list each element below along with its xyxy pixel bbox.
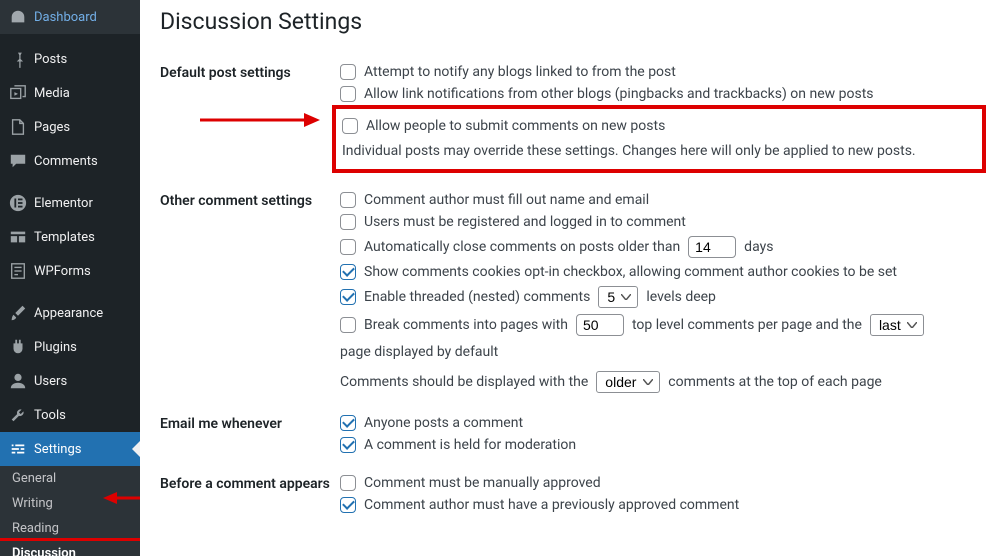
admin-sidebar: Dashboard Posts Media Pages Comments Ele… <box>0 0 140 556</box>
user-icon <box>8 371 28 391</box>
checkbox-input[interactable] <box>340 214 356 230</box>
checkbox-previously-approved[interactable]: Comment author must have a previously ap… <box>340 494 980 516</box>
select-threaded-levels[interactable]: 5 <box>598 286 638 308</box>
sidebar-item-settings[interactable]: Settings <box>0 432 140 466</box>
checkbox-input[interactable] <box>340 192 356 208</box>
sidebar-item-users[interactable]: Users <box>0 364 140 398</box>
comment-icon <box>8 151 28 171</box>
checkbox-input[interactable] <box>340 497 356 513</box>
row-comment-order: Comments should be displayed with the ol… <box>340 363 980 396</box>
checkbox-registered-to-comment[interactable]: Users must be registered and logged in t… <box>340 211 980 233</box>
checkbox-paginate-comments[interactable]: Break comments into pages with top level… <box>340 311 980 363</box>
default-post-note: Individual posts may override these sett… <box>342 137 974 163</box>
wrench-icon <box>8 405 28 425</box>
sidebar-item-tools[interactable]: Tools <box>0 398 140 432</box>
page-title: Discussion Settings <box>160 0 980 39</box>
sidebar-item-wpforms[interactable]: WPForms <box>0 254 140 288</box>
sidebar-item-label: Dashboard <box>34 10 97 25</box>
wpforms-icon <box>8 261 28 281</box>
sidebar-item-appearance[interactable]: Appearance <box>0 296 140 330</box>
checkbox-input[interactable] <box>340 239 356 255</box>
checkbox-cookies-optin[interactable]: Show comments cookies opt-in checkbox, a… <box>340 261 980 283</box>
sidebar-item-label: Comments <box>34 154 98 169</box>
checkbox-input[interactable] <box>340 86 356 102</box>
sliders-icon <box>8 439 28 459</box>
sidebar-item-label: Tools <box>34 408 66 423</box>
checkbox-input[interactable] <box>340 264 356 280</box>
page-icon <box>8 117 28 137</box>
sidebar-item-label: Settings <box>34 442 81 457</box>
section-heading-before-appears: Before a comment appears <box>160 472 340 492</box>
sidebar-item-media[interactable]: Media <box>0 76 140 110</box>
input-autoclose-days[interactable] <box>688 236 736 258</box>
sidebar-item-label: Appearance <box>34 306 103 321</box>
sidebar-item-label: Pages <box>34 120 70 135</box>
sidebar-item-templates[interactable]: Templates <box>0 220 140 254</box>
brush-icon <box>8 303 28 323</box>
checkbox-input[interactable] <box>340 475 356 491</box>
checkbox-email-anyone-posts[interactable]: Anyone posts a comment <box>340 412 980 434</box>
checkbox-autoclose-comments[interactable]: Automatically close comments on posts ol… <box>340 233 980 261</box>
sidebar-item-label: Plugins <box>34 340 77 355</box>
checkbox-email-held-moderation[interactable]: A comment is held for moderation <box>340 434 980 456</box>
sidebar-item-label: WPForms <box>34 264 91 279</box>
checkbox-input[interactable] <box>340 317 356 333</box>
input-comments-per-page[interactable] <box>576 314 624 336</box>
annotation-highlight-box: Allow people to submit comments on new p… <box>332 105 986 173</box>
sidebar-item-elementor[interactable]: Elementor <box>0 186 140 220</box>
pin-icon <box>8 49 28 69</box>
sidebar-item-posts[interactable]: Posts <box>0 42 140 76</box>
checkbox-input[interactable] <box>342 118 358 134</box>
checkbox-threaded-comments[interactable]: Enable threaded (nested) comments 5 leve… <box>340 283 980 311</box>
select-comment-order[interactable]: older <box>596 371 660 393</box>
checkbox-input[interactable] <box>340 437 356 453</box>
gauge-icon <box>8 7 28 27</box>
checkbox-name-email[interactable]: Comment author must fill out name and em… <box>340 189 980 211</box>
section-heading-default-post: Default post settings <box>160 61 340 81</box>
sidebar-sub-general[interactable]: General <box>0 466 140 491</box>
checkbox-notify-linked-blogs[interactable]: Attempt to notify any blogs linked to fr… <box>340 61 980 83</box>
section-heading-email-me: Email me whenever <box>160 412 340 432</box>
checkbox-input[interactable] <box>340 64 356 80</box>
checkbox-input[interactable] <box>340 415 356 431</box>
elementor-icon <box>8 193 28 213</box>
templates-icon <box>8 227 28 247</box>
section-heading-other-comment: Other comment settings <box>160 189 340 209</box>
sidebar-sub-discussion[interactable]: Discussion <box>0 538 140 556</box>
checkbox-manually-approved[interactable]: Comment must be manually approved <box>340 472 980 494</box>
sidebar-item-label: Elementor <box>34 196 93 211</box>
sidebar-sub-writing[interactable]: Writing <box>0 491 140 516</box>
sidebar-item-comments[interactable]: Comments <box>0 144 140 178</box>
sidebar-item-label: Templates <box>34 230 95 245</box>
sidebar-item-label: Posts <box>34 52 67 67</box>
plug-icon <box>8 337 28 357</box>
checkbox-allow-pingbacks[interactable]: Allow link notifications from other blog… <box>340 83 980 105</box>
select-default-page[interactable]: last <box>870 314 924 336</box>
sidebar-item-pages[interactable]: Pages <box>0 110 140 144</box>
sidebar-item-plugins[interactable]: Plugins <box>0 330 140 364</box>
checkbox-allow-comments[interactable]: Allow people to submit comments on new p… <box>342 115 974 137</box>
settings-content: Discussion Settings Default post setting… <box>140 0 1000 556</box>
sidebar-item-label: Media <box>34 86 70 101</box>
sidebar-item-label: Users <box>34 374 67 389</box>
sidebar-item-dashboard[interactable]: Dashboard <box>0 0 140 34</box>
media-icon <box>8 83 28 103</box>
checkbox-input[interactable] <box>340 289 356 305</box>
